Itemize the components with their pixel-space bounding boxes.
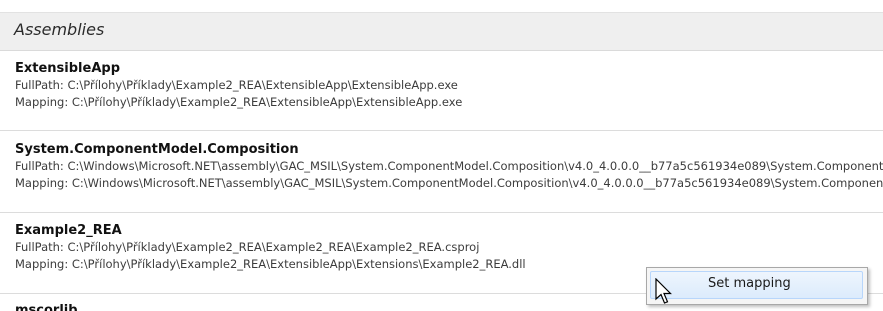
assembly-item-system-componentmodel-composition[interactable]: System.ComponentModel.Composition FullPa… — [0, 141, 883, 192]
mouse-pointer-icon — [655, 278, 672, 304]
assembly-fullpath: FullPath: C:\Přílohy\Příklady\Example2_R… — [15, 78, 458, 92]
assembly-name: ExtensibleApp — [15, 61, 120, 76]
assembly-mapping: Mapping: C:\Přílohy\Příklady\Example2_RE… — [15, 95, 463, 109]
assemblies-header: Assemblies — [0, 12, 883, 51]
assembly-fullpath: FullPath: C:\Windows\Microsoft.NET\assem… — [15, 159, 883, 173]
assembly-name: System.ComponentModel.Composition — [15, 142, 299, 157]
assembly-name: Example2_REA — [15, 223, 122, 238]
assemblies-header-title: Assemblies — [14, 20, 105, 39]
context-menu: Set mapping — [646, 267, 868, 305]
assembly-item-example2-rea[interactable]: Example2_REA FullPath: C:\Přílohy\Příkla… — [0, 222, 883, 273]
assembly-divider — [0, 130, 883, 131]
set-mapping-label: Set mapping — [708, 276, 791, 291]
set-mapping-menu-item[interactable]: Set mapping — [650, 271, 863, 299]
assembly-mapping: Mapping: C:\Windows\Microsoft.NET\assemb… — [15, 176, 883, 190]
assembly-fullpath: FullPath: C:\Přílohy\Příklady\Example2_R… — [15, 240, 480, 254]
assemblies-panel: Assemblies ExtensibleApp FullPath: C:\Př… — [0, 0, 883, 311]
assembly-item-extensibleapp[interactable]: ExtensibleApp FullPath: C:\Přílohy\Příkl… — [0, 60, 883, 111]
assembly-divider — [0, 212, 883, 213]
